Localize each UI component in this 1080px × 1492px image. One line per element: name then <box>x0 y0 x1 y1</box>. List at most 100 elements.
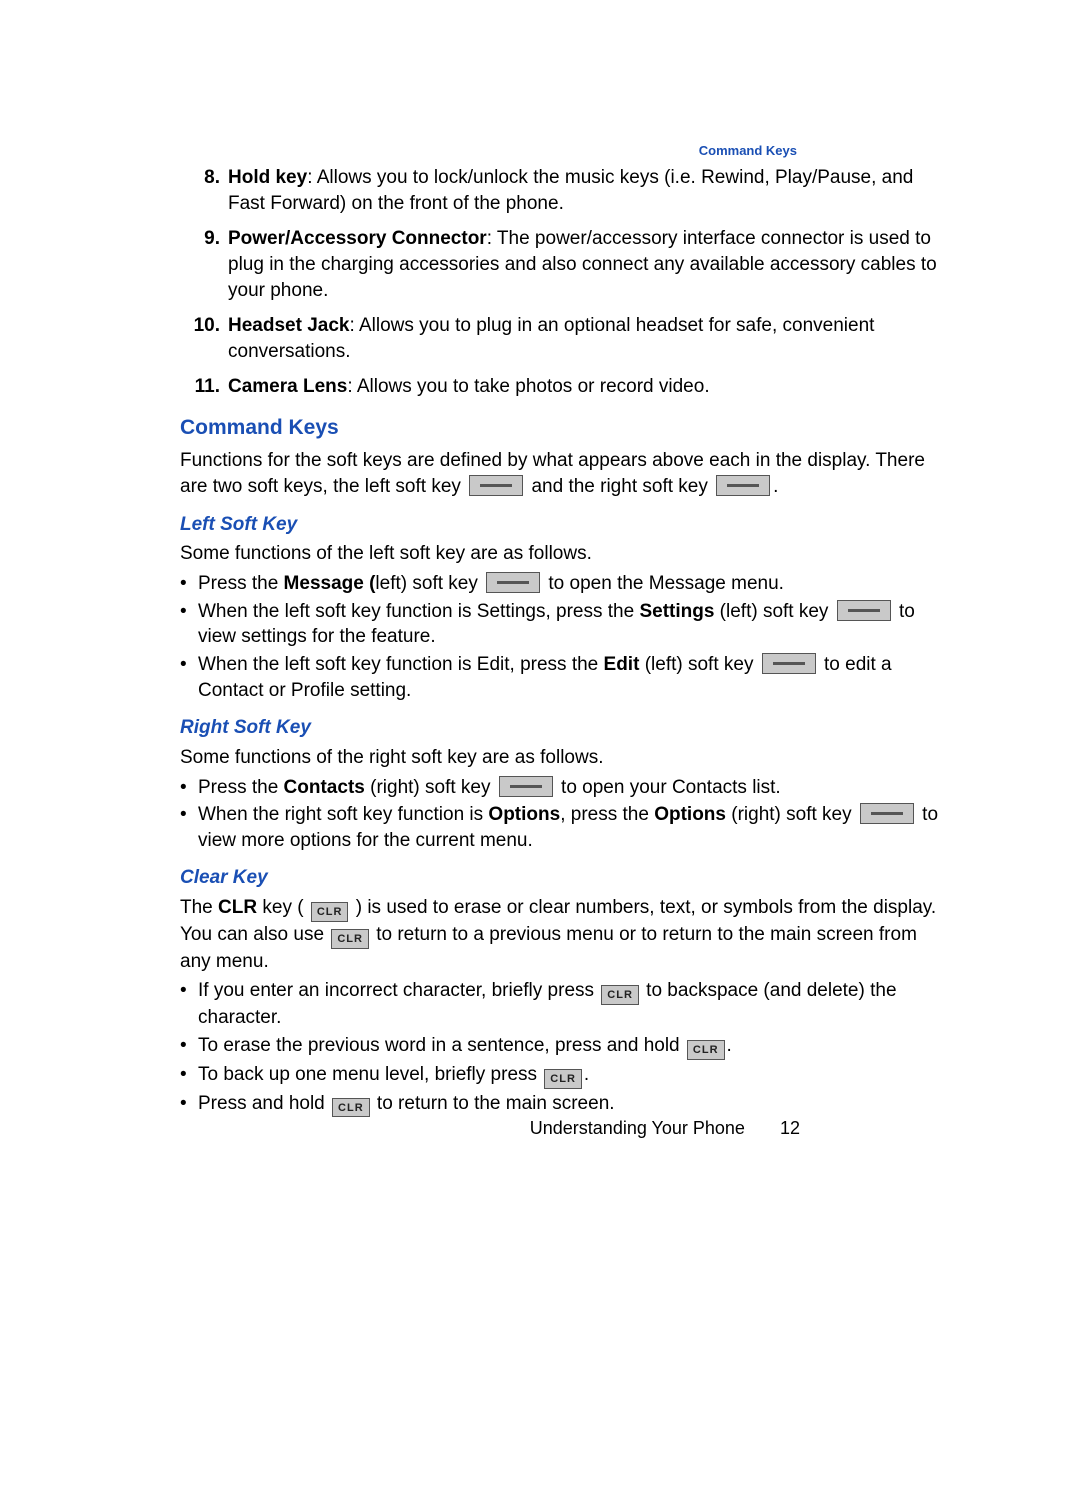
item-text: Headset Jack: Allows you to plug in an o… <box>228 313 950 364</box>
bullet-dot: • <box>180 978 198 1030</box>
text-bold: Options <box>488 804 560 825</box>
item-text: Hold key: Allows you to lock/unlock the … <box>228 165 950 216</box>
bullet-dot: • <box>180 1091 198 1118</box>
clr-key-icon: CLR <box>332 1098 370 1118</box>
item-number: 9. <box>180 226 228 303</box>
text: . <box>584 1064 589 1085</box>
bullet-dot: • <box>180 1033 198 1060</box>
text-bold: Options <box>654 804 726 825</box>
text: If you enter an incorrect character, bri… <box>198 980 599 1001</box>
item-text: Power/Accessory Connector: The power/acc… <box>228 226 950 303</box>
text: , press the <box>560 804 654 825</box>
numbered-list: 8. Hold key: Allows you to lock/unlock t… <box>180 165 950 400</box>
bullet-item: • Press the Contacts (right) soft key to… <box>180 775 950 801</box>
bullet-text: If you enter an incorrect character, bri… <box>198 978 950 1030</box>
text: (right) soft key <box>365 777 496 798</box>
bullet-text: When the left soft key function is Edit,… <box>198 652 950 703</box>
clr-key-icon: CLR <box>601 985 639 1005</box>
text: Press the <box>198 777 284 798</box>
subheading-left-soft-key: Left Soft Key <box>180 512 950 538</box>
bullet-item: • When the left soft key function is Edi… <box>180 652 950 703</box>
item-desc: : Allows you to lock/unlock the music ke… <box>228 167 913 214</box>
text-bold: Contacts <box>284 777 365 798</box>
clr-key-icon: CLR <box>331 929 369 949</box>
bullet-dot: • <box>180 802 198 853</box>
text: When the left soft key function is Edit,… <box>198 654 604 675</box>
item-text: Camera Lens: Allows you to take photos o… <box>228 374 950 400</box>
text: . <box>773 476 778 497</box>
bullet-text: Press the Message (left) soft key to ope… <box>198 571 950 597</box>
bullet-list: • Press the Contacts (right) soft key to… <box>180 775 950 854</box>
text: Press the <box>198 573 284 594</box>
intro-paragraph: Functions for the soft keys are defined … <box>180 448 950 499</box>
text: To erase the previous word in a sentence… <box>198 1035 685 1056</box>
page-number: 12 <box>780 1116 800 1140</box>
bullet-text: Press and hold CLR to return to the main… <box>198 1091 950 1118</box>
manual-page: Command Keys 8. Hold key: Allows you to … <box>0 0 1080 1492</box>
softkey-icon <box>499 776 553 797</box>
item-label: Power/Accessory Connector <box>228 228 487 249</box>
bullet-item: • Press the Message (left) soft key to o… <box>180 571 950 597</box>
text: left) soft key <box>375 573 483 594</box>
text: to return to the main screen. <box>372 1093 615 1114</box>
item-label: Camera Lens <box>228 376 347 397</box>
bullet-dot: • <box>180 1062 198 1089</box>
paragraph: Some functions of the right soft key are… <box>180 745 950 771</box>
subheading-right-soft-key: Right Soft Key <box>180 715 950 741</box>
page-footer: Understanding Your Phone 12 <box>530 1116 800 1140</box>
text: to open the Message menu. <box>543 573 784 594</box>
list-item: 9. Power/Accessory Connector: The power/… <box>180 226 950 303</box>
text: To back up one menu level, briefly press <box>198 1064 542 1085</box>
list-item: 10. Headset Jack: Allows you to plug in … <box>180 313 950 364</box>
text: (left) soft key <box>714 601 833 622</box>
softkey-icon <box>860 803 914 824</box>
bullet-dot: • <box>180 775 198 801</box>
bullet-item: • When the left soft key function is Set… <box>180 599 950 650</box>
bullet-item: • When the right soft key function is Op… <box>180 802 950 853</box>
text: . <box>727 1035 732 1056</box>
text: key ( <box>257 897 309 918</box>
bullet-item: • Press and hold CLR to return to the ma… <box>180 1091 950 1118</box>
text: to open your Contacts list. <box>556 777 781 798</box>
item-desc: : Allows you to take photos or record vi… <box>347 376 709 397</box>
text-bold: Edit <box>604 654 640 675</box>
text: (right) soft key <box>726 804 857 825</box>
bullet-text: Press the Contacts (right) soft key to o… <box>198 775 950 801</box>
bullet-item: • To back up one menu level, briefly pre… <box>180 1062 950 1089</box>
clr-key-icon: CLR <box>687 1040 725 1060</box>
bullet-text: To back up one menu level, briefly press… <box>198 1062 950 1089</box>
item-label: Headset Jack <box>228 315 349 336</box>
item-number: 8. <box>180 165 228 216</box>
text-bold: CLR <box>218 897 257 918</box>
text: (left) soft key <box>639 654 758 675</box>
bullet-text: To erase the previous word in a sentence… <box>198 1033 950 1060</box>
paragraph: Some functions of the left soft key are … <box>180 541 950 567</box>
bullet-list: • Press the Message (left) soft key to o… <box>180 571 950 703</box>
section-heading-command-keys: Command Keys <box>180 414 950 442</box>
bullet-dot: • <box>180 571 198 597</box>
text-bold: Settings <box>639 601 714 622</box>
list-item: 11. Camera Lens: Allows you to take phot… <box>180 374 950 400</box>
paragraph: The CLR key ( CLR ) is used to erase or … <box>180 895 950 974</box>
running-header: Command Keys <box>699 142 797 160</box>
item-number: 11. <box>180 374 228 400</box>
softkey-icon <box>469 475 523 496</box>
softkey-icon <box>716 475 770 496</box>
bullet-list: • If you enter an incorrect character, b… <box>180 978 950 1117</box>
softkey-icon <box>837 600 891 621</box>
footer-section: Understanding Your Phone <box>530 1118 745 1138</box>
subheading-clear-key: Clear Key <box>180 865 950 891</box>
softkey-icon <box>486 572 540 593</box>
bullet-dot: • <box>180 599 198 650</box>
bullet-text: When the left soft key function is Setti… <box>198 599 950 650</box>
text: When the left soft key function is Setti… <box>198 601 639 622</box>
bullet-dot: • <box>180 652 198 703</box>
bullet-item: • To erase the previous word in a senten… <box>180 1033 950 1060</box>
text: When the right soft key function is <box>198 804 488 825</box>
bullet-item: • If you enter an incorrect character, b… <box>180 978 950 1030</box>
text: The <box>180 897 218 918</box>
list-item: 8. Hold key: Allows you to lock/unlock t… <box>180 165 950 216</box>
text-bold: Message ( <box>284 573 376 594</box>
item-number: 10. <box>180 313 228 364</box>
item-label: Hold key <box>228 167 307 188</box>
